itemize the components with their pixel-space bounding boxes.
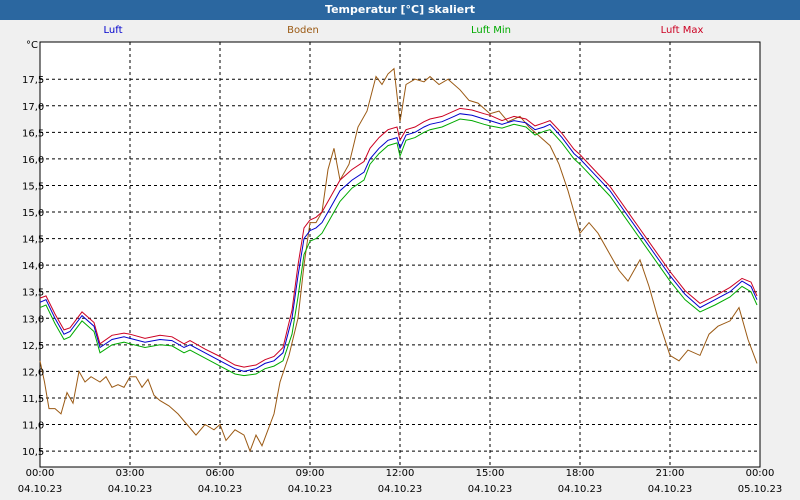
x-tick-time: 00:00 (26, 468, 55, 479)
x-tick-date: 04.10.23 (18, 484, 63, 495)
x-tick-time: 12:00 (386, 468, 415, 479)
y-tick-label: 16,0 (22, 155, 44, 166)
y-tick-label: 12,5 (22, 341, 44, 352)
y-tick-label: 16,5 (22, 128, 44, 139)
x-tick-date: 04.10.23 (288, 484, 333, 495)
y-tick-label: 11,0 (22, 421, 44, 432)
y-tick-label: 10,5 (22, 447, 44, 458)
y-tick-label: 15,5 (22, 181, 44, 192)
x-tick-date: 04.10.23 (108, 484, 153, 495)
x-tick-time: 18:00 (566, 468, 595, 479)
x-tick-time: 00:00 (746, 468, 775, 479)
x-tick-date: 04.10.23 (198, 484, 243, 495)
y-tick-label: 13,0 (22, 314, 44, 325)
y-tick-label: 15,0 (22, 208, 44, 219)
x-axis: 00:00 04.10.23 03:00 04.10.23 06:00 04.10.23 0… (18, 468, 783, 495)
y-tick-label: 11,5 (22, 394, 44, 405)
y-tick-label: 17,5 (22, 75, 44, 86)
legend-item-luft-min: Luft Min (471, 25, 511, 36)
legend-item-boden: Boden (287, 25, 319, 36)
x-tick-date: 04.10.23 (648, 484, 693, 495)
x-tick-date: 04.10.23 (468, 484, 513, 495)
temperature-chart: Luft Boden Luft Min Luft Max °C 10,5 11,0 11,… (18, 25, 783, 495)
legend-item-luft: Luft (104, 25, 123, 36)
legend-item-luft-max: Luft Max (661, 25, 704, 36)
chart-title: Temperatur [°C] skaliert (325, 3, 475, 16)
y-tick-label: 13,5 (22, 288, 44, 299)
y-tick-label: 12,0 (22, 367, 44, 378)
x-tick-time: 09:00 (296, 468, 325, 479)
x-tick-time: 06:00 (206, 468, 235, 479)
x-tick-date: 04.10.23 (558, 484, 603, 495)
y-tick-label: 14,0 (22, 261, 44, 272)
legend: Luft Boden Luft Min Luft Max (104, 25, 704, 36)
x-tick-time: 03:00 (116, 468, 145, 479)
y-tick-label: 17,0 (22, 102, 44, 113)
chart-title-bar: Temperatur [°C] skaliert (0, 0, 800, 20)
x-tick-time: 15:00 (476, 468, 505, 479)
y-tick-label: 14,5 (22, 235, 44, 246)
x-tick-date: 05.10.23 (738, 484, 783, 495)
x-tick-date: 04.10.23 (378, 484, 423, 495)
y-axis-unit: °C (26, 40, 38, 51)
x-tick-time: 21:00 (656, 468, 685, 479)
